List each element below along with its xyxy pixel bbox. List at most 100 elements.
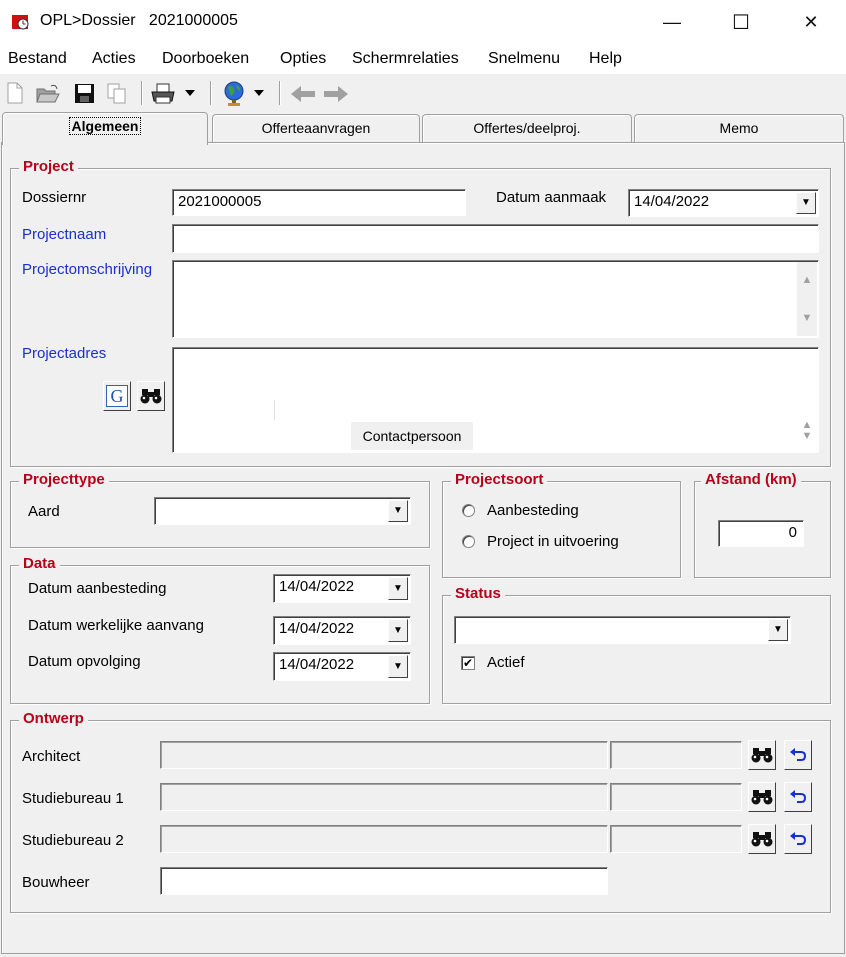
aanbesteding-label[interactable]: Aanbesteding: [487, 502, 579, 519]
projectnaam-field[interactable]: [172, 224, 819, 253]
datum-werkelijke-aanvang-select[interactable]: 14/04/2022 ▼: [273, 616, 411, 645]
studiebureau-2-search-button[interactable]: [748, 824, 776, 854]
back-arrow-icon[interactable]: [290, 85, 316, 103]
binoculars-icon: [751, 748, 773, 763]
project-group-title: Project: [19, 158, 78, 175]
binoculars-icon: [140, 389, 162, 404]
datum-werkelijke-aanvang-label: Datum werkelijke aanvang: [28, 617, 204, 634]
menu-snelmenu[interactable]: Snelmenu: [488, 50, 560, 68]
datum-opvolging-select[interactable]: 14/04/2022 ▼: [273, 652, 411, 681]
toolbar-separator: [141, 81, 143, 105]
bouwheer-label: Bouwheer: [22, 874, 90, 891]
architect-search-button[interactable]: [748, 740, 776, 770]
new-icon[interactable]: [6, 82, 24, 104]
close-button[interactable]: ✕: [781, 0, 841, 44]
chevron-down-icon[interactable]: ▼: [388, 500, 408, 522]
scroll-up-icon[interactable]: ▲: [797, 268, 817, 292]
architect-undo-button[interactable]: [784, 740, 812, 770]
tab-algemeen[interactable]: Algemeen: [2, 112, 208, 145]
copy-icon[interactable]: [106, 83, 128, 105]
studiebureau-1-code-field: [610, 783, 742, 811]
binoculars-icon: [751, 790, 773, 805]
globe-icon[interactable]: [222, 81, 246, 107]
projectadres-scrollbar[interactable]: ▲ ▼: [797, 349, 817, 451]
datum-aanmaak-value: 14/04/2022: [634, 193, 710, 210]
projectadres-label[interactable]: Projectadres: [22, 345, 106, 362]
projecttype-group-title: Projecttype: [19, 471, 109, 488]
menu-opties[interactable]: Opties: [280, 50, 326, 68]
dossiernr-field[interactable]: 2021000005: [172, 189, 466, 216]
toolbar-separator: [210, 81, 212, 105]
projectomschrijving-textarea[interactable]: ▲ ▼: [172, 260, 819, 338]
projectsoort-group-title: Projectsoort: [451, 471, 548, 488]
aanbesteding-radio[interactable]: [462, 504, 475, 517]
toolbar: [0, 76, 846, 112]
menu-bestand[interactable]: Bestand: [8, 50, 67, 68]
undo-icon: [790, 790, 807, 803]
datum-aanbesteding-label: Datum aanbesteding: [28, 580, 167, 597]
app-icon: [12, 15, 29, 30]
chevron-down-icon[interactable]: ▼: [796, 192, 816, 214]
status-select[interactable]: ▼: [454, 616, 791, 644]
menu-bar: Bestand Acties Doorboeken Opties Schermr…: [0, 44, 846, 74]
open-icon[interactable]: [36, 84, 60, 104]
aard-label: Aard: [28, 503, 60, 520]
architect-code-field: [610, 741, 742, 769]
google-search-button[interactable]: G: [103, 381, 131, 411]
undo-icon: [790, 832, 807, 845]
datum-opvolging-value: 14/04/2022: [279, 656, 355, 673]
actief-checkbox[interactable]: ✔: [461, 656, 475, 670]
tab-offerteaanvragen[interactable]: Offerteaanvragen: [212, 114, 420, 142]
menu-doorboeken[interactable]: Doorboeken: [162, 50, 249, 68]
studiebureau-2-label: Studiebureau 2: [22, 832, 124, 849]
title-bar: OPL>Dossier 2021000005 — ☐ ✕: [0, 0, 846, 44]
ontwerp-group-title: Ontwerp: [19, 710, 88, 727]
print-dropdown-icon[interactable]: [185, 90, 195, 97]
maximize-button[interactable]: ☐: [711, 0, 771, 44]
projectsoort-group: Projectsoort: [442, 471, 681, 578]
projectnaam-label[interactable]: Projectnaam: [22, 226, 106, 243]
datum-werkelijke-aanvang-value: 14/04/2022: [279, 620, 355, 637]
tab-memo[interactable]: Memo: [634, 114, 844, 142]
menu-acties[interactable]: Acties: [92, 50, 136, 68]
scroll-down-icon[interactable]: ▼: [797, 424, 817, 448]
aard-select[interactable]: ▼: [154, 497, 411, 525]
datum-aanbesteding-select[interactable]: 14/04/2022 ▼: [273, 574, 411, 603]
studiebureau-2-name-field: [160, 825, 608, 853]
globe-dropdown-icon[interactable]: [254, 90, 264, 97]
project-in-uitvoering-label[interactable]: Project in uitvoering: [487, 533, 619, 550]
save-icon[interactable]: [74, 83, 95, 104]
minimize-button[interactable]: —: [642, 0, 702, 44]
status-group-title: Status: [451, 585, 505, 602]
datum-aanmaak-select[interactable]: 14/04/2022 ▼: [628, 189, 819, 217]
project-in-uitvoering-radio[interactable]: [462, 535, 475, 548]
print-icon[interactable]: [151, 83, 177, 105]
chevron-down-icon[interactable]: ▼: [768, 619, 788, 641]
studiebureau-2-undo-button[interactable]: [784, 824, 812, 854]
menu-schermrelaties[interactable]: Schermrelaties: [352, 50, 459, 68]
datum-aanmaak-label: Datum aanmaak: [496, 189, 607, 206]
projectomschrijving-scrollbar[interactable]: ▲ ▼: [797, 262, 817, 336]
window-title: OPL>Dossier 2021000005: [40, 12, 238, 29]
scroll-down-icon[interactable]: ▼: [797, 306, 817, 330]
chevron-down-icon[interactable]: ▼: [388, 619, 408, 642]
chevron-down-icon[interactable]: ▼: [388, 577, 408, 600]
data-group-title: Data: [19, 555, 60, 572]
actief-label[interactable]: Actief: [487, 654, 525, 671]
chevron-down-icon[interactable]: ▼: [388, 655, 408, 678]
tab-offertes-deelproj[interactable]: Offertes/deelproj.: [422, 114, 632, 142]
address-divider: [274, 400, 275, 420]
afstand-field[interactable]: 0: [718, 520, 804, 547]
menu-help[interactable]: Help: [589, 50, 622, 68]
studiebureau-1-undo-button[interactable]: [784, 782, 812, 812]
datum-aanbesteding-value: 14/04/2022: [279, 578, 355, 595]
projectomschrijving-label[interactable]: Projectomschrijving: [22, 261, 152, 278]
studiebureau-1-search-button[interactable]: [748, 782, 776, 812]
contactpersoon-tab[interactable]: Contactpersoon: [351, 422, 473, 450]
forward-arrow-icon[interactable]: [323, 85, 349, 103]
projectadres-field[interactable]: Contactpersoon ▲ ▼: [172, 347, 819, 453]
undo-icon: [790, 748, 807, 761]
bouwheer-field[interactable]: [160, 867, 608, 895]
binoculars-button[interactable]: [137, 381, 165, 411]
tab-algemeen-label: Algemeen: [68, 117, 142, 135]
